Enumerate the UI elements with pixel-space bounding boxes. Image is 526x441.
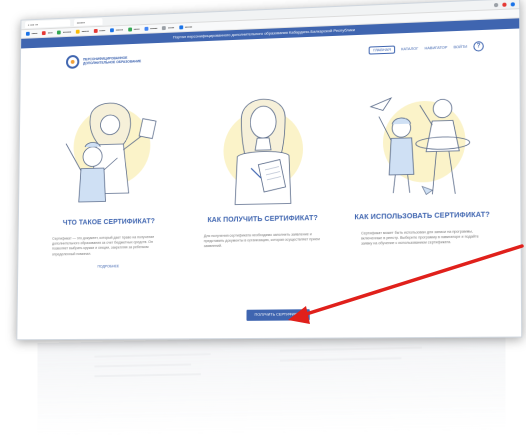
woman-signing-illustration: [224, 99, 302, 206]
column-text: Сертификат — это документ, который дает …: [51, 235, 155, 257]
mother-child-illustration: [52, 84, 168, 213]
main-nav: ГЛАВНАЯ КАТАЛОГ НАВИГАТОР ВОЙТИ ?: [369, 41, 484, 55]
bookmark-item[interactable]: •••••••: [57, 30, 72, 35]
column-title: ЧТО ТАКОЕ СЕРТИФИКАТ?: [62, 218, 156, 227]
children-activities-illustration: [360, 73, 484, 206]
profile-icon[interactable]: [502, 2, 507, 7]
bookmark-item[interactable]: •••••: [162, 25, 175, 31]
bookmark-item[interactable]: ••••: [42, 30, 53, 36]
bookmark-icon: [162, 26, 167, 31]
bookmark-label: ••••: [47, 30, 53, 35]
info-column-get: КАК ПОЛУЧИТЬ СЕРТИФИКАТ? Для получения с…: [190, 78, 335, 267]
bookmark-icon: [42, 31, 46, 36]
bookmark-item[interactable]: ••••••: [110, 27, 124, 33]
bookmark-icon: [57, 30, 62, 35]
extension-icon[interactable]: [510, 1, 515, 6]
screenshot-reflection: [37, 332, 506, 436]
bookmark-icon: [75, 29, 80, 34]
bookmark-label: •••••: [133, 27, 140, 32]
bookmark-label: ••••••: [81, 29, 89, 34]
more-link[interactable]: ПОДРОБНЕЕ: [97, 264, 119, 268]
info-columns: ЧТО ТАКОЕ СЕРТИФИКАТ? Сертификат — это д…: [18, 71, 520, 269]
logo-icon: [65, 54, 80, 69]
bookmark-icon: [179, 25, 183, 30]
info-column-what: ЧТО ТАКОЕ СЕРТИФИКАТ? Сертификат — это д…: [39, 83, 180, 269]
info-column-use: КАК ИСПОЛЬЗОВАТЬ СЕРТИФИКАТ? Сертификат …: [347, 72, 497, 265]
bookmark-label: •••••: [168, 25, 175, 30]
bookmark-label: •••••: [31, 31, 38, 36]
bookmark-item[interactable]: •••••: [127, 27, 140, 32]
nav-navigator[interactable]: НАВИГАТОР: [424, 46, 447, 51]
bookmark-label: ••••••: [150, 26, 158, 31]
browser-tab[interactable]: • ••• ••: [25, 19, 71, 29]
bookmark-item[interactable]: ••••••: [179, 24, 193, 30]
bookmark-item[interactable]: ••••••: [75, 29, 89, 34]
logo-text: ПЕРСОНИФИЦИРОВАННОЕ ДОПОЛНИТЕЛЬНОЕ ОБРАЗ…: [83, 55, 142, 66]
bookmark-icon: [144, 26, 149, 31]
bookmark-item[interactable]: ••••••: [144, 26, 158, 31]
bookmark-icon: [25, 31, 30, 36]
column-text: Сертификат может быть использован для за…: [361, 229, 479, 247]
window-controls: [493, 1, 515, 7]
bookmark-icon: [127, 27, 132, 32]
nav-catalog[interactable]: КАТАЛОГ: [401, 47, 418, 52]
help-icon[interactable]: ?: [473, 41, 484, 52]
nav-home[interactable]: ГЛАВНАЯ: [369, 45, 396, 55]
bookmark-label: •••••••: [62, 30, 72, 35]
site-logo[interactable]: ПЕРСОНИФИЦИРОВАННОЕ ДОПОЛНИТЕЛЬНОЕ ОБРАЗ…: [65, 52, 142, 69]
get-certificate-button[interactable]: ПОЛУЧИТЬ СЕРТИФИКАТ: [246, 309, 310, 321]
screenshot-stage: • ••• •• •••••• ••••• •••• ••••••• •••••…: [0, 0, 526, 441]
column-text: Для получения сертификата необходимо зап…: [203, 232, 320, 249]
bookmark-icon: [93, 28, 98, 33]
nav-login[interactable]: ВОЙТИ: [454, 45, 468, 50]
browser-tab[interactable]: ••••••: [74, 18, 103, 27]
column-title: КАК ПОЛУЧИТЬ СЕРТИФИКАТ?: [207, 214, 318, 225]
minimize-icon[interactable]: [493, 2, 499, 7]
bookmark-item[interactable]: •••••: [25, 31, 38, 36]
bookmark-item[interactable]: •••••: [93, 28, 106, 33]
browser-window: • ••• •• •••••• ••••• •••• ••••••• •••••…: [16, 0, 523, 341]
column-title: КАК ИСПОЛЬЗОВАТЬ СЕРТИФИКАТ?: [354, 211, 490, 222]
bookmark-label: ••••••: [115, 27, 124, 33]
bookmark-label: ••••••: [184, 24, 193, 30]
bookmark-icon: [110, 28, 114, 33]
bookmark-label: •••••: [99, 28, 106, 33]
